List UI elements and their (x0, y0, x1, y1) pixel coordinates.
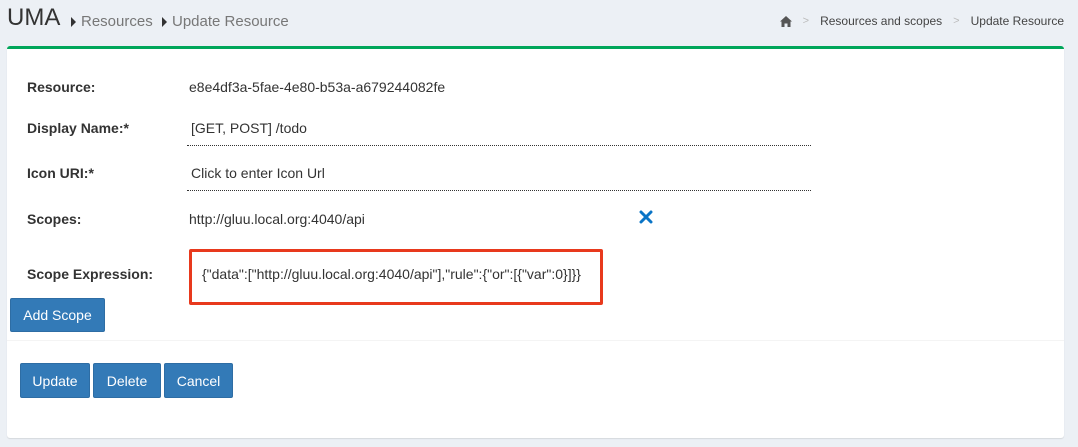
display-name-underline (187, 145, 811, 146)
delete-button[interactable]: Delete (93, 363, 161, 398)
page-header: UMA Resources Update Resource > Resource… (0, 0, 1078, 44)
header-crumb-update: Update Resource (162, 13, 289, 30)
resource-id-value: e8e4df3a-5fae-4e80-b53a-a679244082fe (189, 79, 446, 95)
add-scope-button[interactable]: Add Scope (10, 298, 105, 332)
display-name-field[interactable]: [GET, POST] /todo (191, 120, 307, 136)
resource-label: Resource: (27, 79, 96, 95)
caret-right-icon (162, 16, 167, 27)
header-crumb-label: Update Resource (172, 13, 289, 30)
icon-uri-underline (187, 190, 811, 191)
scope-expression-value[interactable]: {"data":["http://gluu.local.org:4040/api… (202, 266, 581, 282)
remove-icon[interactable] (639, 210, 653, 224)
icon-uri-field[interactable]: Click to enter Icon Url (191, 165, 325, 181)
home-icon[interactable] (779, 15, 792, 27)
icon-uri-label: Icon URI:* (27, 165, 94, 181)
header-crumb-label: Resources (81, 13, 153, 30)
update-button[interactable]: Update (20, 363, 90, 398)
cancel-button[interactable]: Cancel (164, 363, 233, 398)
page-title: UMA (7, 4, 61, 31)
breadcrumb-link-resources[interactable]: Resources and scopes (820, 14, 942, 28)
breadcrumb-current: Update Resource (970, 14, 1064, 28)
form-divider (7, 340, 1064, 341)
scopes-label: Scopes: (27, 211, 82, 227)
scope-expression-label: Scope Expression: (27, 266, 154, 282)
breadcrumb-separator: > (802, 15, 810, 27)
caret-right-icon (71, 16, 76, 27)
display-name-label: Display Name:* (27, 120, 129, 136)
header-crumb-resources[interactable]: Resources (71, 13, 153, 30)
resource-form-box: Resource: e8e4df3a-5fae-4e80-b53a-a67924… (7, 46, 1064, 438)
breadcrumb-separator: > (953, 15, 960, 27)
scope-item: http://gluu.local.org:4040/api (189, 211, 365, 227)
breadcrumb: > Resources and scopes > Update Resource (779, 14, 1064, 28)
